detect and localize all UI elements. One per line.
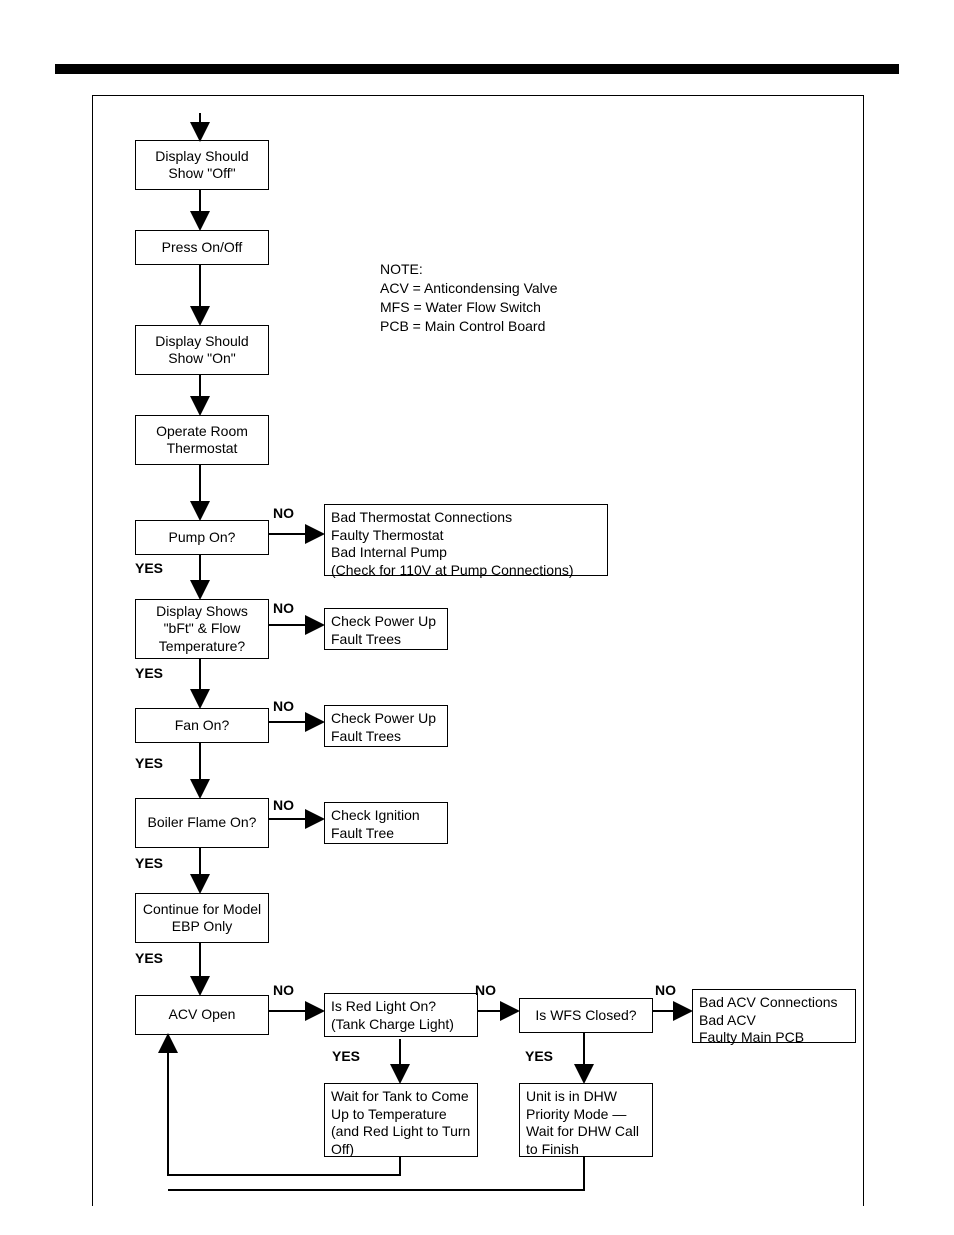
page: NOTE: ACV = Anticondensing Valve MFS = W… xyxy=(0,0,954,1235)
connector-layer xyxy=(0,0,954,1235)
